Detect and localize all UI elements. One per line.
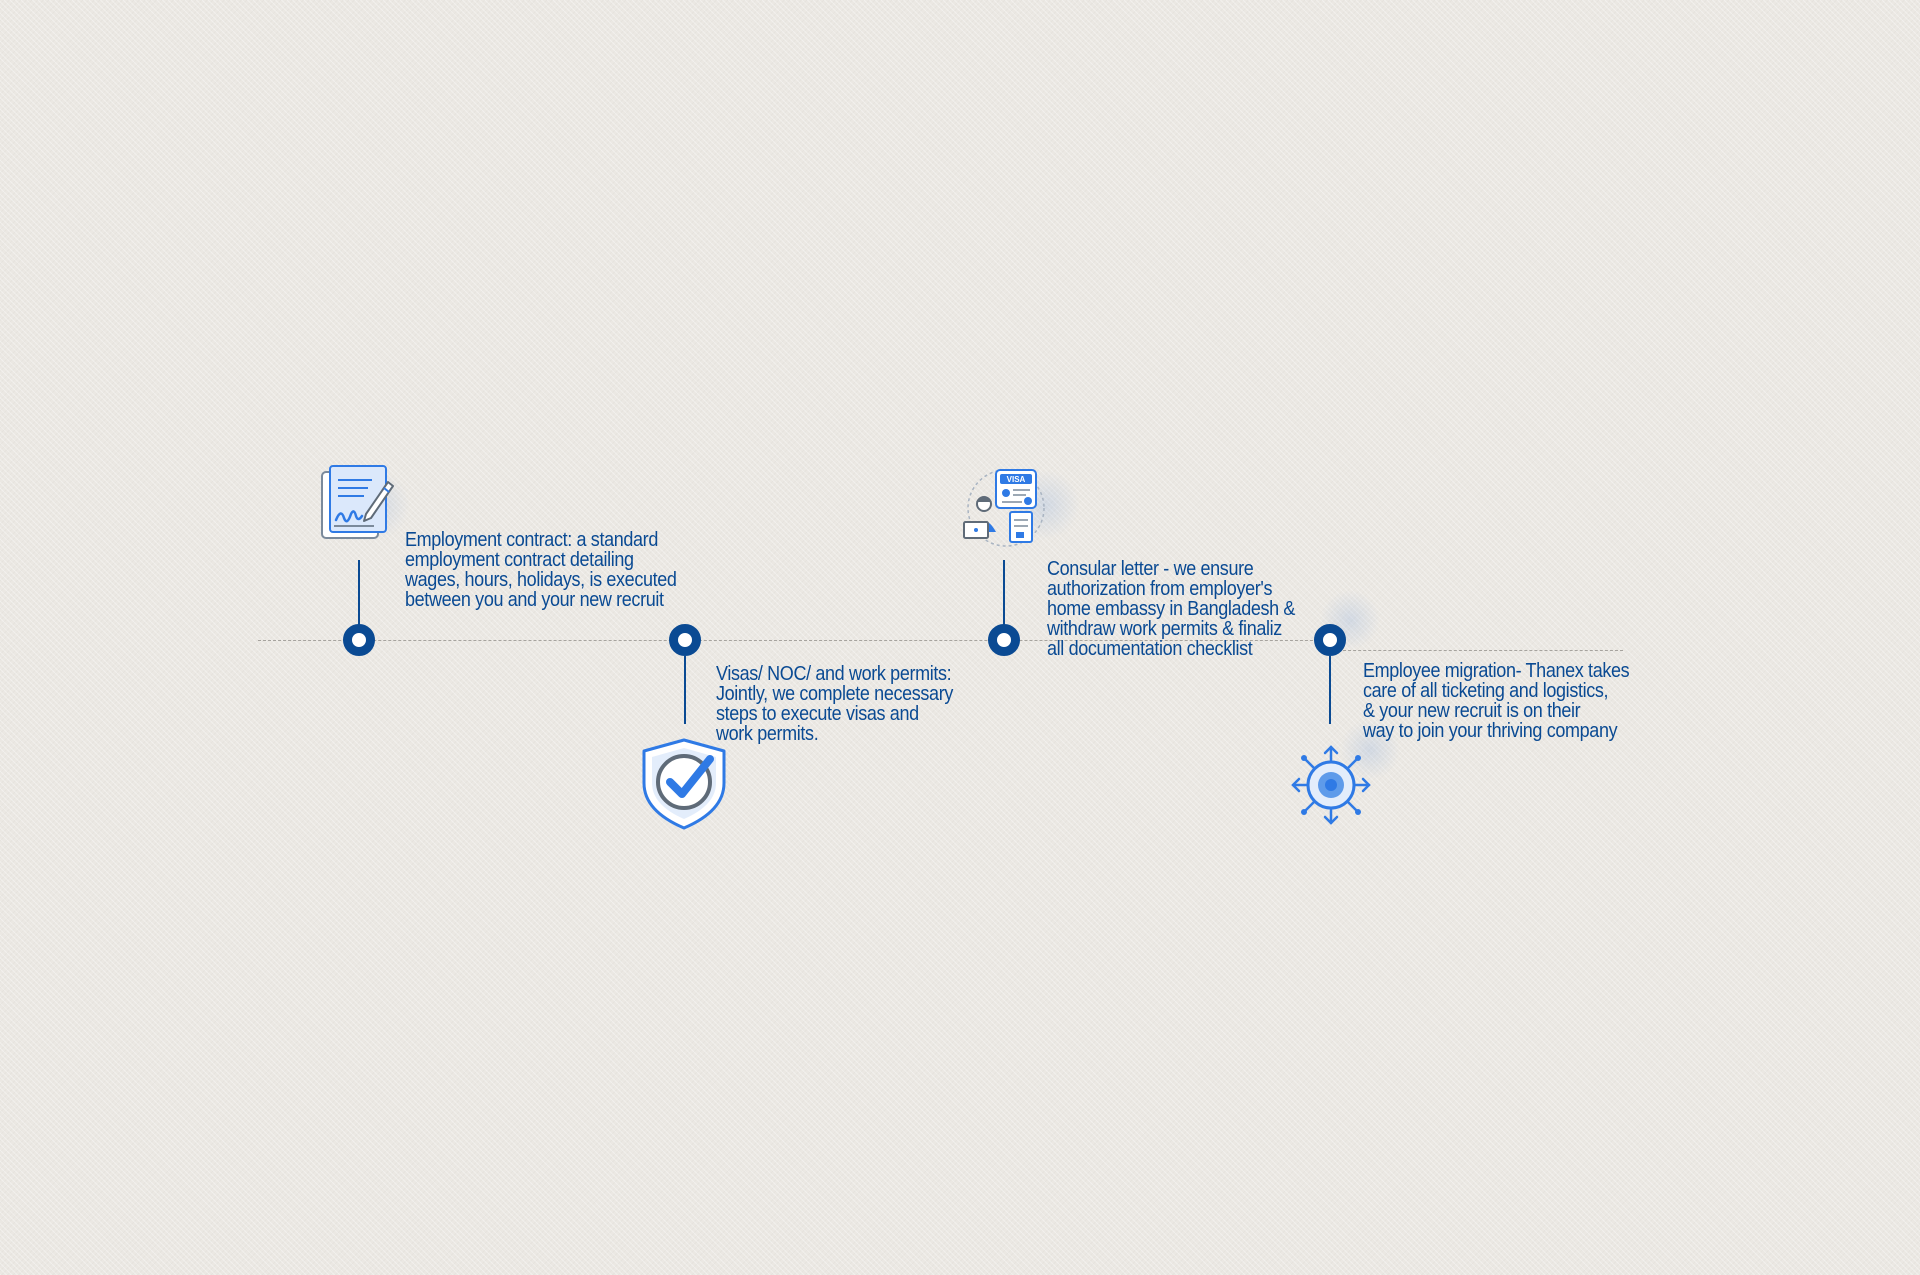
- shield-check-icon: [640, 737, 728, 831]
- timeline-line-right: [1338, 650, 1623, 651]
- timeline-connector: [358, 560, 360, 626]
- timeline-node: [669, 624, 701, 656]
- svg-text:VISA: VISA: [1007, 475, 1026, 484]
- timeline-node: [343, 624, 375, 656]
- step-description: Employee migration- Thanex takes care of…: [1363, 660, 1630, 742]
- step-description: Consular letter - we ensure authorizatio…: [1047, 558, 1296, 660]
- timeline-node: [988, 624, 1020, 656]
- timeline-node: [1314, 624, 1346, 656]
- visa-officer-icon: VISA: [962, 464, 1052, 548]
- timeline-connector: [684, 656, 686, 724]
- timeline-connector: [1003, 560, 1005, 626]
- timeline-connector: [1329, 656, 1331, 724]
- step-description: Employment contract: a standard employme…: [405, 529, 677, 611]
- step-description: Visas/ NOC/ and work permits: Jointly, w…: [716, 663, 953, 745]
- migration-hub-icon: [1290, 744, 1372, 826]
- contract-signing-icon: [320, 464, 396, 542]
